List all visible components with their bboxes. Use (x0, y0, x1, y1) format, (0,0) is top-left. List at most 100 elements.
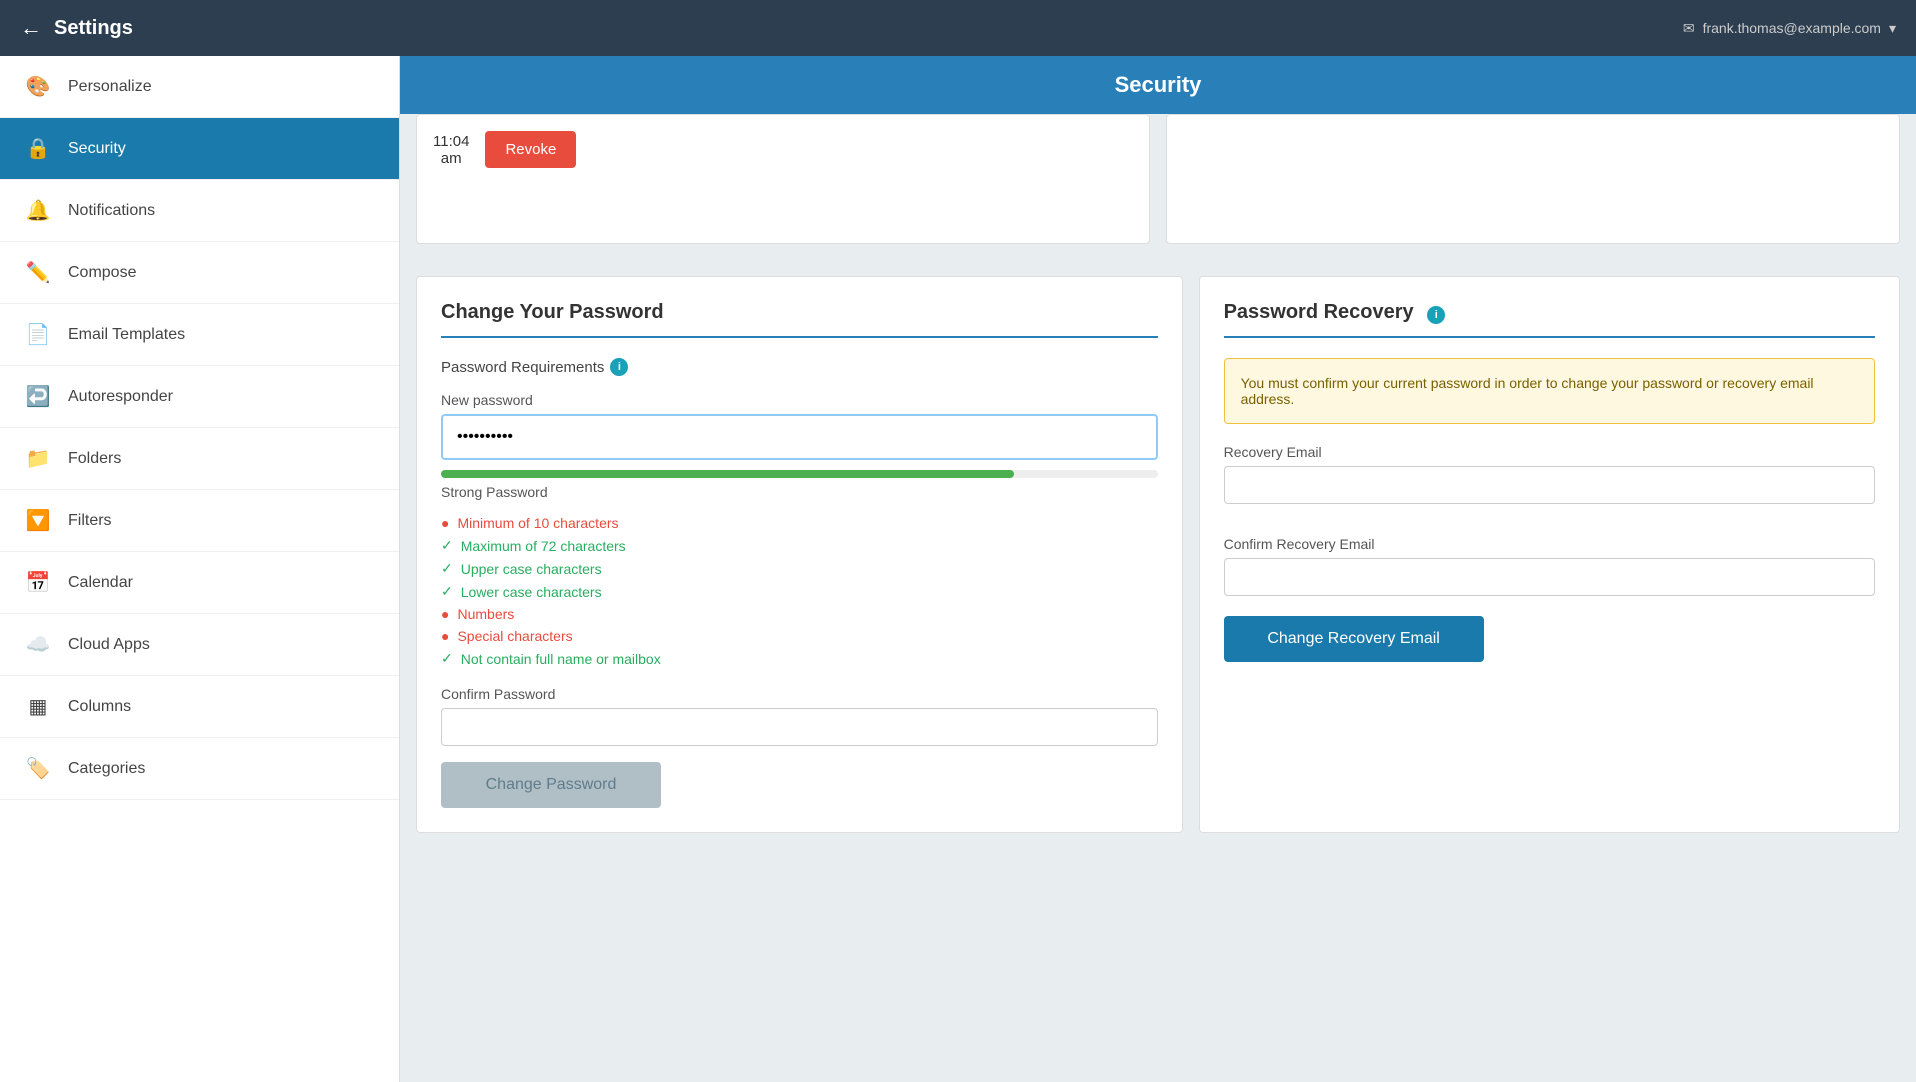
sidebar-item-calendar[interactable]: 📅 Calendar (0, 552, 399, 614)
sidebar-icon-email-templates: 📄 (24, 322, 52, 347)
confirm-password-input[interactable] (441, 708, 1158, 746)
change-password-button[interactable]: Change Password (441, 762, 661, 808)
confirm-recovery-input[interactable] (1224, 558, 1875, 596)
sidebar-item-compose[interactable]: ✏️ Compose (0, 242, 399, 304)
req-pass-icon: ✓ (441, 650, 453, 667)
new-password-label: New password (441, 392, 1158, 408)
sidebar-icon-categories: 🏷️ (24, 756, 52, 781)
confirm-password-label: Confirm Password (441, 686, 1158, 702)
session-card-content: 11:04 am Revoke (433, 131, 1133, 168)
req-fail-icon: ● (441, 628, 449, 644)
req-fail-icon: ● (441, 606, 449, 622)
sidebar-label-autoresponder: Autoresponder (68, 388, 173, 406)
sidebar-item-categories[interactable]: 🏷️ Categories (0, 738, 399, 800)
requirements-label-text: Password Requirements (441, 359, 604, 376)
warning-box: You must confirm your current password i… (1224, 358, 1875, 424)
topbar-left: ← Settings (20, 15, 133, 41)
change-password-panel: Change Your Password Password Requiremen… (416, 276, 1183, 833)
recovery-info-icon[interactable]: i (1427, 306, 1445, 324)
sidebar-label-columns: Columns (68, 698, 131, 716)
requirement-item: ✓ Lower case characters (441, 580, 1158, 603)
sidebar-icon-security: 🔒 (24, 136, 52, 161)
session-card-right (1166, 114, 1900, 244)
user-email-icon: ✉ (1683, 20, 1695, 37)
strength-bar-fill (441, 470, 1014, 478)
sidebar-label-compose: Compose (68, 264, 136, 282)
requirement-item: ● Special characters (441, 625, 1158, 647)
sidebar-item-autoresponder[interactable]: ↩️ Autoresponder (0, 366, 399, 428)
layout: 🎨 Personalize 🔒 Security 🔔 Notifications… (0, 56, 1916, 1082)
sidebar-item-security[interactable]: 🔒 Security (0, 118, 399, 180)
requirement-item: ● Numbers (441, 603, 1158, 625)
req-text: Upper case characters (461, 561, 602, 577)
req-text: Maximum of 72 characters (461, 538, 626, 554)
app-title: Settings (54, 17, 133, 40)
req-pass-icon: ✓ (441, 537, 453, 554)
sidebar-label-filters: Filters (68, 512, 112, 530)
user-email: frank.thomas@example.com (1703, 20, 1881, 36)
sidebar-icon-cloud-apps: ☁️ (24, 632, 52, 657)
recovery-title-text: Password Recovery (1224, 301, 1414, 323)
time-line1: 11:04 (433, 133, 469, 150)
sidebar-label-categories: Categories (68, 760, 145, 778)
req-text: Special characters (457, 628, 572, 644)
sidebar-icon-folders: 📁 (24, 446, 52, 471)
req-pass-icon: ✓ (441, 583, 453, 600)
sidebar-item-personalize[interactable]: 🎨 Personalize (0, 56, 399, 118)
sidebar-label-email-templates: Email Templates (68, 326, 185, 344)
panels-row: Change Your Password Password Requiremen… (400, 260, 1916, 849)
requirements-list: ● Minimum of 10 characters✓ Maximum of 7… (441, 512, 1158, 670)
sidebar-item-filters[interactable]: 🔽 Filters (0, 490, 399, 552)
change-recovery-email-button[interactable]: Change Recovery Email (1224, 616, 1484, 662)
session-card: 11:04 am Revoke (416, 114, 1150, 244)
recovery-email-input[interactable] (1224, 466, 1875, 504)
sidebar-icon-filters: 🔽 (24, 508, 52, 533)
sidebar-label-calendar: Calendar (68, 574, 133, 592)
main-content: Security 11:04 am Revoke Change Your Pas… (400, 56, 1916, 1082)
topbar: ← Settings ✉ frank.thomas@example.com ▾ (0, 0, 1916, 56)
sidebar: 🎨 Personalize 🔒 Security 🔔 Notifications… (0, 56, 400, 1082)
sidebar-label-notifications: Notifications (68, 202, 155, 220)
requirements-info-icon[interactable]: i (610, 358, 628, 376)
back-button[interactable]: ← (20, 15, 42, 41)
strength-bar-container (441, 470, 1158, 478)
new-password-input[interactable] (441, 414, 1158, 460)
requirement-item: ✓ Not contain full name or mailbox (441, 647, 1158, 670)
requirement-item: ✓ Upper case characters (441, 557, 1158, 580)
req-text: Not contain full name or mailbox (461, 651, 661, 667)
sidebar-label-security: Security (68, 140, 126, 158)
sidebar-label-personalize: Personalize (68, 78, 152, 96)
sidebar-item-folders[interactable]: 📁 Folders (0, 428, 399, 490)
confirm-recovery-label: Confirm Recovery Email (1224, 536, 1875, 552)
sidebar-label-folders: Folders (68, 450, 121, 468)
req-fail-icon: ● (441, 515, 449, 531)
sidebar-icon-autoresponder: ↩️ (24, 384, 52, 409)
sidebar-icon-columns: ▦ (24, 694, 52, 719)
revoke-button[interactable]: Revoke (485, 131, 576, 168)
sidebar-icon-notifications: 🔔 (24, 198, 52, 223)
sidebar-icon-calendar: 📅 (24, 570, 52, 595)
user-dropdown-icon[interactable]: ▾ (1889, 20, 1896, 37)
requirement-item: ✓ Maximum of 72 characters (441, 534, 1158, 557)
req-text: Lower case characters (461, 584, 602, 600)
main-header-title: Security (400, 56, 1916, 114)
req-text: Minimum of 10 characters (457, 515, 618, 531)
sidebar-label-cloud-apps: Cloud Apps (68, 636, 150, 654)
sidebar-item-cloud-apps[interactable]: ☁️ Cloud Apps (0, 614, 399, 676)
change-password-title: Change Your Password (441, 301, 1158, 338)
recovery-email-label: Recovery Email (1224, 444, 1875, 460)
sidebar-item-notifications[interactable]: 🔔 Notifications (0, 180, 399, 242)
password-recovery-panel: Password Recovery i You must confirm you… (1199, 276, 1900, 833)
strength-label: Strong Password (441, 484, 1158, 500)
sidebar-item-columns[interactable]: ▦ Columns (0, 676, 399, 738)
requirement-item: ● Minimum of 10 characters (441, 512, 1158, 534)
requirements-label-row: Password Requirements i (441, 358, 1158, 376)
recovery-panel-title: Password Recovery i (1224, 301, 1875, 338)
sidebar-item-email-templates[interactable]: 📄 Email Templates (0, 304, 399, 366)
sidebar-icon-compose: ✏️ (24, 260, 52, 285)
session-time: 11:04 am (433, 133, 469, 167)
sidebar-icon-personalize: 🎨 (24, 74, 52, 99)
time-line2: am (433, 150, 469, 167)
top-cards-row: 11:04 am Revoke (400, 114, 1916, 260)
req-text: Numbers (457, 606, 514, 622)
